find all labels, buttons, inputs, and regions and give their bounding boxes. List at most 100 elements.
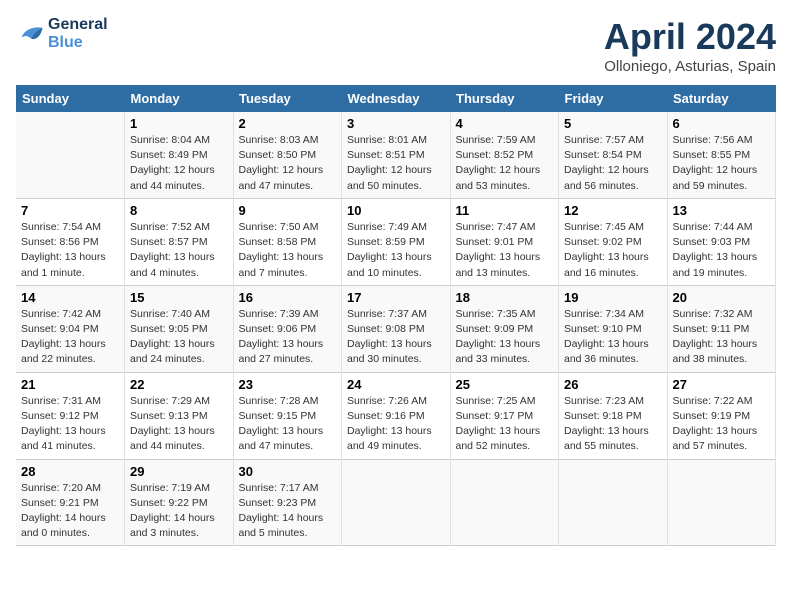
logo-text: General Blue [48, 16, 108, 51]
day-info: Sunrise: 8:04 AMSunset: 8:49 PMDaylight:… [130, 133, 228, 194]
day-info: Sunrise: 7:17 AMSunset: 9:23 PMDaylight:… [239, 481, 337, 542]
day-number: 14 [21, 290, 119, 305]
day-number: 12 [564, 203, 662, 218]
day-info: Sunrise: 7:57 AMSunset: 8:54 PMDaylight:… [564, 133, 662, 194]
calendar-cell: 27 Sunrise: 7:22 AMSunset: 9:19 PMDayligh… [667, 372, 776, 459]
day-number: 1 [130, 116, 228, 131]
page-header: General Blue April 2024 Olloniego, Astur… [16, 16, 776, 75]
day-info: Sunrise: 7:50 AMSunset: 8:58 PMDaylight:… [239, 220, 337, 281]
calendar-cell: 20Sunrise: 7:32 AMSunset: 9:11 PMDayligh… [667, 285, 776, 372]
day-info: Sunrise: 7:19 AMSunset: 9:22 PMDaylight:… [130, 481, 228, 542]
month-title: April 2024 [604, 16, 776, 58]
calendar-cell: 30 Sunrise: 7:17 AMSunset: 9:23 PMDayligh… [233, 459, 342, 546]
calendar-cell: 5 Sunrise: 7:57 AMSunset: 8:54 PMDaylight… [559, 112, 668, 198]
calendar-cell: 15 Sunrise: 7:40 AMSunset: 9:05 PMDayligh… [125, 285, 234, 372]
calendar-cell: 10 Sunrise: 7:49 AMSunset: 8:59 PMDayligh… [342, 198, 451, 285]
day-info: Sunrise: 7:59 AMSunset: 8:52 PMDaylight:… [456, 133, 554, 194]
day-number: 22 [130, 377, 228, 392]
day-info: Sunrise: 7:52 AMSunset: 8:57 PMDaylight:… [130, 220, 228, 281]
day-info: Sunrise: 7:56 AMSunset: 8:55 PMDaylight:… [673, 133, 771, 194]
day-number: 27 [673, 377, 771, 392]
calendar-cell: 8 Sunrise: 7:52 AMSunset: 8:57 PMDaylight… [125, 198, 234, 285]
calendar-cell: 12 Sunrise: 7:45 AMSunset: 9:02 PMDayligh… [559, 198, 668, 285]
day-number: 10 [347, 203, 445, 218]
calendar-cell: 26 Sunrise: 7:23 AMSunset: 9:18 PMDayligh… [559, 372, 668, 459]
day-number: 3 [347, 116, 445, 131]
day-info: Sunrise: 7:31 AMSunset: 9:12 PMDaylight:… [21, 394, 119, 455]
calendar-cell: 23Sunrise: 7:28 AMSunset: 9:15 PMDayligh… [233, 372, 342, 459]
day-info: Sunrise: 7:40 AMSunset: 9:05 PMDaylight:… [130, 307, 228, 368]
day-number: 2 [239, 116, 337, 131]
calendar-week-row: 7Sunrise: 7:54 AMSunset: 8:56 PMDaylight… [16, 198, 776, 285]
day-info: Sunrise: 7:22 AMSunset: 9:19 PMDaylight:… [673, 394, 771, 455]
calendar-cell [667, 459, 776, 546]
weekday-header-row: SundayMondayTuesdayWednesdayThursdayFrid… [16, 85, 776, 112]
title-block: April 2024 Olloniego, Asturias, Spain [604, 16, 776, 75]
logo: General Blue [16, 16, 108, 51]
day-number: 8 [130, 203, 228, 218]
calendar-cell: 16 Sunrise: 7:39 AMSunset: 9:06 PMDayligh… [233, 285, 342, 372]
day-number: 25 [456, 377, 554, 392]
calendar-cell: 2Sunrise: 8:03 AMSunset: 8:50 PMDaylight… [233, 112, 342, 198]
day-info: Sunrise: 8:01 AMSunset: 8:51 PMDaylight:… [347, 133, 445, 194]
calendar-cell: 14 Sunrise: 7:42 AMSunset: 9:04 PMDayligh… [16, 285, 125, 372]
location: Olloniego, Asturias, Spain [604, 58, 776, 75]
day-number: 29 [130, 464, 228, 479]
day-number: 15 [130, 290, 228, 305]
calendar-cell: 1 Sunrise: 8:04 AMSunset: 8:49 PMDaylight… [125, 112, 234, 198]
calendar-cell: 28 Sunrise: 7:20 AMSunset: 9:21 PMDayligh… [16, 459, 125, 546]
day-number: 20 [673, 290, 771, 305]
day-number: 5 [564, 116, 662, 131]
calendar-cell: 18 Sunrise: 7:35 AMSunset: 9:09 PMDayligh… [450, 285, 559, 372]
calendar-cell: 11Sunrise: 7:47 AMSunset: 9:01 PMDayligh… [450, 198, 559, 285]
calendar-cell: 17 Sunrise: 7:37 AMSunset: 9:08 PMDayligh… [342, 285, 451, 372]
calendar-cell [342, 459, 451, 546]
day-info: Sunrise: 7:39 AMSunset: 9:06 PMDaylight:… [239, 307, 337, 368]
day-number: 28 [21, 464, 119, 479]
day-info: Sunrise: 7:29 AMSunset: 9:13 PMDaylight:… [130, 394, 228, 455]
day-info: Sunrise: 7:42 AMSunset: 9:04 PMDaylight:… [21, 307, 119, 368]
weekday-header-friday: Friday [559, 85, 668, 112]
day-info: Sunrise: 7:20 AMSunset: 9:21 PMDaylight:… [21, 481, 119, 542]
calendar-cell: 22 Sunrise: 7:29 AMSunset: 9:13 PMDayligh… [125, 372, 234, 459]
calendar-cell [559, 459, 668, 546]
calendar-cell: 4 Sunrise: 7:59 AMSunset: 8:52 PMDaylight… [450, 112, 559, 198]
day-number: 4 [456, 116, 554, 131]
calendar-cell [450, 459, 559, 546]
weekday-header-monday: Monday [125, 85, 234, 112]
day-number: 7 [21, 203, 119, 218]
calendar-cell: 7Sunrise: 7:54 AMSunset: 8:56 PMDaylight… [16, 198, 125, 285]
weekday-header-sunday: Sunday [16, 85, 125, 112]
logo-icon [16, 22, 44, 46]
day-number: 17 [347, 290, 445, 305]
day-info: Sunrise: 7:37 AMSunset: 9:08 PMDaylight:… [347, 307, 445, 368]
day-number: 26 [564, 377, 662, 392]
day-info: Sunrise: 7:28 AMSunset: 9:15 PMDaylight:… [239, 394, 337, 455]
day-number: 24 [347, 377, 445, 392]
weekday-header-thursday: Thursday [450, 85, 559, 112]
day-number: 16 [239, 290, 337, 305]
calendar-cell: 6Sunrise: 7:56 AMSunset: 8:55 PMDaylight… [667, 112, 776, 198]
calendar-week-row: 1 Sunrise: 8:04 AMSunset: 8:49 PMDaylight… [16, 112, 776, 198]
calendar-cell: 24Sunrise: 7:26 AMSunset: 9:16 PMDayligh… [342, 372, 451, 459]
day-number: 13 [673, 203, 771, 218]
day-number: 30 [239, 464, 337, 479]
calendar-week-row: 28 Sunrise: 7:20 AMSunset: 9:21 PMDayligh… [16, 459, 776, 546]
calendar-cell: 25 Sunrise: 7:25 AMSunset: 9:17 PMDayligh… [450, 372, 559, 459]
day-info: Sunrise: 7:49 AMSunset: 8:59 PMDaylight:… [347, 220, 445, 281]
day-number: 18 [456, 290, 554, 305]
calendar-cell: 13Sunrise: 7:44 AMSunset: 9:03 PMDayligh… [667, 198, 776, 285]
calendar-cell: 19 Sunrise: 7:34 AMSunset: 9:10 PMDayligh… [559, 285, 668, 372]
day-info: Sunrise: 7:34 AMSunset: 9:10 PMDaylight:… [564, 307, 662, 368]
day-info: Sunrise: 7:45 AMSunset: 9:02 PMDaylight:… [564, 220, 662, 281]
calendar-cell: 3 Sunrise: 8:01 AMSunset: 8:51 PMDaylight… [342, 112, 451, 198]
weekday-header-tuesday: Tuesday [233, 85, 342, 112]
day-number: 11 [456, 203, 554, 218]
day-number: 19 [564, 290, 662, 305]
calendar-cell: 21Sunrise: 7:31 AMSunset: 9:12 PMDayligh… [16, 372, 125, 459]
weekday-header-saturday: Saturday [667, 85, 776, 112]
day-info: Sunrise: 7:23 AMSunset: 9:18 PMDaylight:… [564, 394, 662, 455]
day-number: 9 [239, 203, 337, 218]
day-info: Sunrise: 7:25 AMSunset: 9:17 PMDaylight:… [456, 394, 554, 455]
day-info: Sunrise: 7:35 AMSunset: 9:09 PMDaylight:… [456, 307, 554, 368]
